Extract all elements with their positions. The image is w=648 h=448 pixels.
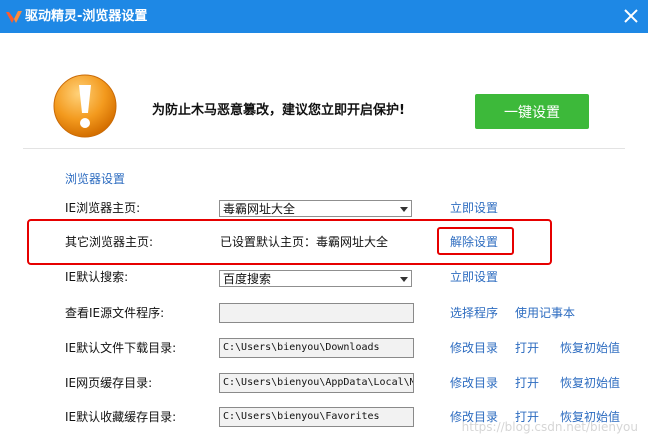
ie-favorites-path-field[interactable]: C:\Users\bienyou\Favorites (219, 407, 414, 427)
ie-source-field[interactable] (219, 303, 414, 323)
ie-cache-path-field[interactable]: C:\Users\bienyou\AppData\Local\M (219, 373, 414, 393)
cache-open-link[interactable]: 打开 (515, 376, 539, 390)
download-restore-link[interactable]: 恢复初始值 (560, 341, 620, 355)
use-notepad-link[interactable]: 使用记事本 (515, 306, 575, 320)
protection-warning-text: 为防止木马恶意篡改，建议您立即开启保护! (152, 103, 405, 118)
watermark-text: https://blog.csdn.net/bienyou (461, 420, 638, 434)
one-key-setup-button[interactable]: 一键设置 (475, 94, 589, 129)
ie-download-label: IE默认文件下载目录: (65, 341, 177, 355)
cache-restore-link[interactable]: 恢复初始值 (560, 376, 620, 390)
ie-cache-label: IE网页缓存目录: (65, 376, 153, 390)
section-title: 浏览器设置 (65, 172, 126, 186)
cache-modify-link[interactable]: 修改目录 (450, 376, 498, 390)
ie-search-label: IE默认搜索: (65, 270, 129, 284)
remove-setting-link[interactable]: 解除设置 (450, 235, 498, 249)
close-icon[interactable] (622, 7, 640, 25)
other-homepage-label: 其它浏览器主页: (65, 235, 154, 249)
window-title: 驱动精灵-浏览器设置 (25, 9, 148, 24)
ie-favorites-label: IE默认收藏缓存目录: (65, 410, 177, 424)
ie-homepage-label: IE浏览器主页: (65, 201, 141, 215)
ie-search-set-link[interactable]: 立即设置 (450, 270, 498, 284)
ie-homepage-select[interactable]: 毒霸网址大全 (219, 200, 412, 217)
ie-download-path-field[interactable]: C:\Users\bienyou\Downloads (219, 338, 414, 358)
download-open-link[interactable]: 打开 (515, 341, 539, 355)
divider (23, 148, 625, 149)
chevron-down-icon (400, 277, 408, 282)
warning-exclamation-icon (53, 74, 117, 138)
ie-source-label: 查看IE源文件程序: (65, 306, 165, 320)
other-homepage-status: 已设置默认主页：毒霸网址大全 (220, 235, 389, 249)
title-bar: 驱动精灵-浏览器设置 (0, 0, 648, 33)
ie-search-value: 百度搜索 (223, 272, 272, 286)
ie-homepage-set-link[interactable]: 立即设置 (450, 201, 498, 215)
app-logo-icon (6, 11, 22, 23)
download-modify-link[interactable]: 修改目录 (450, 341, 498, 355)
choose-program-link[interactable]: 选择程序 (450, 306, 498, 320)
chevron-down-icon (400, 207, 408, 212)
ie-search-select[interactable]: 百度搜索 (219, 270, 412, 287)
ie-homepage-value: 毒霸网址大全 (223, 202, 296, 216)
